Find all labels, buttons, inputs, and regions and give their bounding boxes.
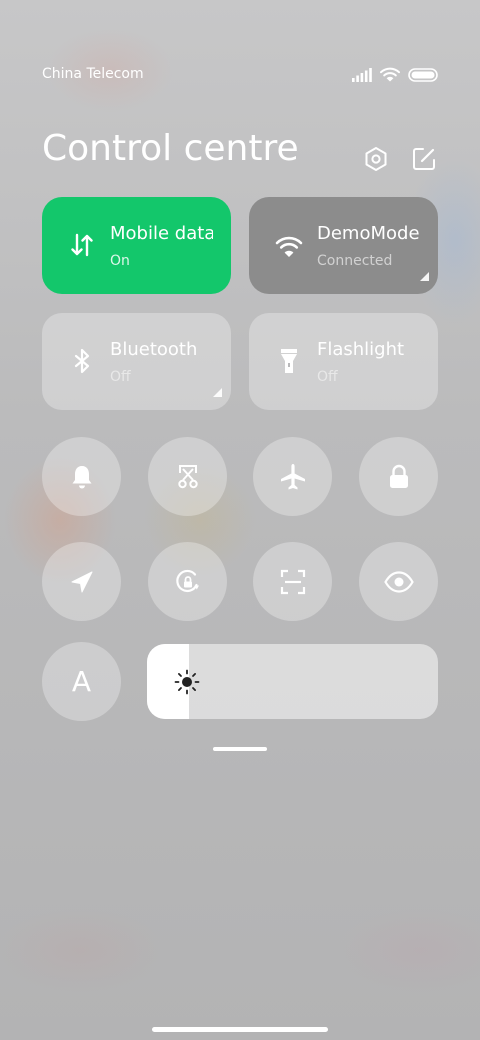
eye-icon bbox=[383, 570, 414, 593]
tile-wifi[interactable]: DemoMode Connected bbox=[249, 197, 438, 294]
toggle-airplane[interactable] bbox=[253, 437, 332, 516]
flashlight-icon bbox=[281, 349, 297, 373]
home-indicator[interactable] bbox=[152, 1027, 328, 1032]
tile-status: On bbox=[110, 253, 130, 269]
toggle-scanner[interactable] bbox=[253, 542, 332, 621]
font-icon: A bbox=[71, 665, 92, 698]
toggle-rotation-lock[interactable] bbox=[148, 542, 227, 621]
rotation-lock-icon bbox=[175, 569, 199, 592]
tile-status: Off bbox=[317, 369, 338, 385]
tile-flashlight[interactable]: Flashlight Off bbox=[249, 313, 438, 410]
toggle-location[interactable] bbox=[42, 542, 121, 621]
brightness-slider[interactable] bbox=[147, 644, 438, 719]
wifi-icon bbox=[275, 236, 303, 257]
location-icon bbox=[71, 571, 92, 592]
tile-status: Off bbox=[110, 369, 131, 385]
wifi-icon bbox=[380, 67, 400, 82]
expand-corner-icon[interactable] bbox=[213, 388, 222, 397]
airplane-icon bbox=[280, 463, 305, 489]
tile-label: DemoMode bbox=[317, 223, 420, 244]
tile-label: Bluetooth bbox=[110, 339, 198, 360]
toggle-font-size[interactable]: A bbox=[42, 642, 121, 721]
drag-handle[interactable] bbox=[213, 747, 267, 751]
toggle-reading-mode[interactable] bbox=[359, 542, 438, 621]
toggle-silent[interactable] bbox=[42, 437, 121, 516]
bluetooth-icon bbox=[74, 348, 90, 374]
page-title: Control centre bbox=[42, 128, 299, 169]
settings-icon[interactable] bbox=[362, 145, 390, 173]
sun-icon bbox=[174, 669, 200, 695]
signal-icon bbox=[352, 67, 372, 82]
tile-label: Mobile data bbox=[110, 223, 213, 244]
tile-mobile-data[interactable]: Mobile data On bbox=[42, 197, 231, 294]
tile-status: Connected bbox=[317, 253, 393, 269]
toggle-screenshot[interactable] bbox=[148, 437, 227, 516]
scan-icon bbox=[280, 569, 305, 594]
lock-icon bbox=[389, 464, 408, 488]
bell-icon bbox=[72, 465, 91, 488]
mobile-data-icon bbox=[71, 233, 93, 257]
status-icons bbox=[352, 67, 438, 82]
expand-corner-icon[interactable] bbox=[420, 272, 429, 281]
battery-icon bbox=[408, 67, 438, 82]
carrier-name: China Telecom bbox=[42, 66, 144, 82]
tile-bluetooth[interactable]: Bluetooth Off bbox=[42, 313, 231, 410]
status-bar: China Telecom bbox=[42, 66, 438, 86]
toggle-lock-screen[interactable] bbox=[359, 437, 438, 516]
tile-label: Flashlight bbox=[317, 339, 405, 360]
screenshot-icon bbox=[177, 464, 198, 488]
edit-icon[interactable] bbox=[410, 145, 438, 173]
